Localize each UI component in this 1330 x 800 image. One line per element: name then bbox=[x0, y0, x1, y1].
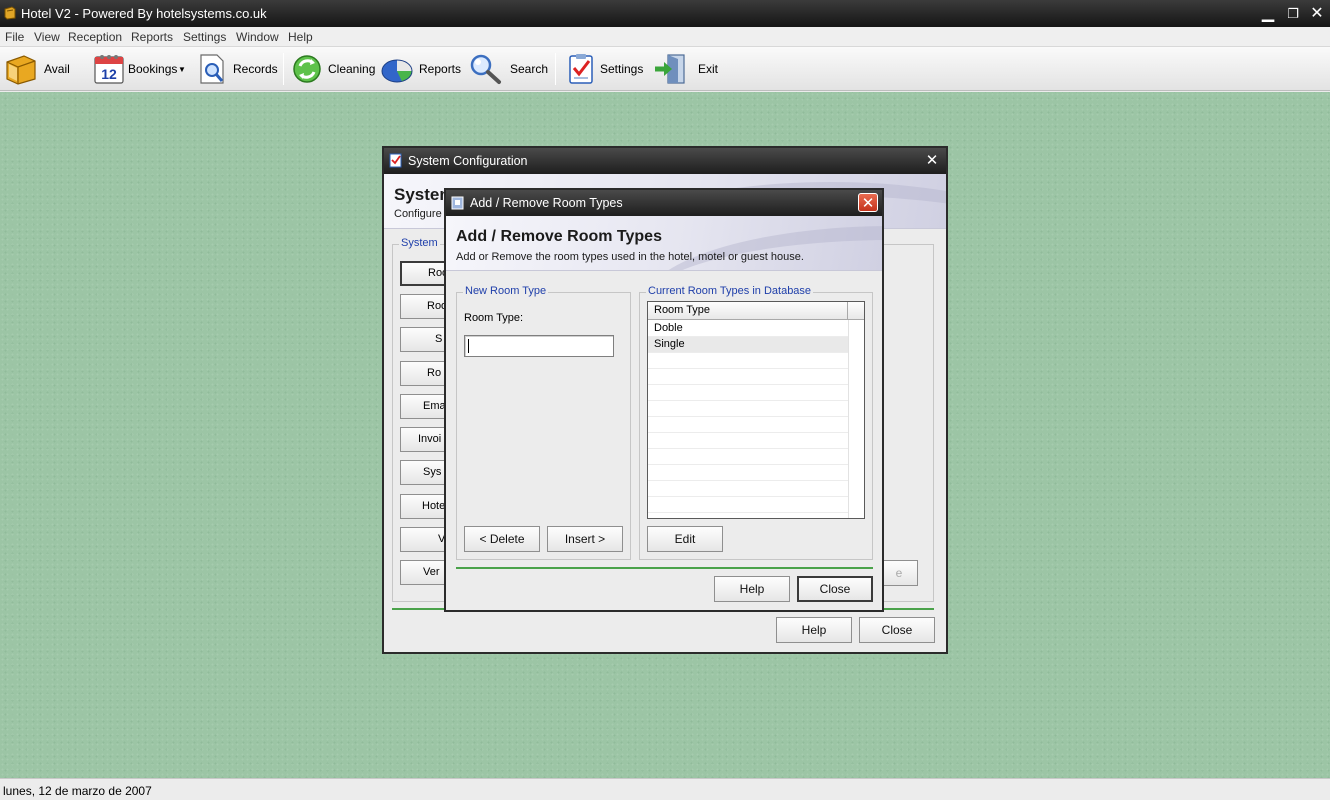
app-close-button[interactable]: ✕ bbox=[1306, 4, 1328, 23]
menu-view[interactable]: View bbox=[34, 30, 60, 44]
checklist-icon bbox=[389, 153, 402, 168]
minimize-button[interactable]: ▁ bbox=[1257, 4, 1279, 23]
room-type-input[interactable] bbox=[464, 335, 614, 357]
calendar-icon-text: 12 bbox=[101, 66, 117, 82]
settings-button[interactable]: Settings bbox=[567, 47, 647, 91]
delete-button[interactable]: < Delete bbox=[464, 526, 540, 552]
insert-button[interactable]: Insert > bbox=[547, 526, 623, 552]
empty-table-row bbox=[648, 369, 848, 385]
empty-table-row bbox=[648, 433, 848, 449]
room-types-close-button[interactable]: ✕ bbox=[858, 193, 878, 212]
exit-button[interactable]: Exit bbox=[653, 47, 723, 91]
book-icon bbox=[6, 55, 36, 85]
settings-label: Settings bbox=[600, 62, 644, 76]
restore-icon: ❐ bbox=[1287, 6, 1299, 21]
records-button[interactable]: Records bbox=[198, 47, 278, 91]
records-label: Records bbox=[233, 62, 278, 76]
table-row[interactable]: Single bbox=[648, 337, 848, 353]
app-titlebar: Hotel V2 - Powered By hotelsystems.co.uk… bbox=[0, 0, 1330, 27]
search-icon bbox=[470, 54, 501, 84]
room-types-window: Add / Remove Room Types ✕ Add / Remove R… bbox=[444, 188, 884, 612]
empty-table-row bbox=[648, 353, 848, 369]
room-types-close-dialog-button[interactable]: Close bbox=[797, 576, 873, 602]
empty-table-row bbox=[648, 417, 848, 433]
cleaning-label: Cleaning bbox=[328, 62, 376, 76]
system-configuration-titlebar: System Configuration ✕ bbox=[384, 148, 946, 174]
system-help-button[interactable]: Help bbox=[776, 617, 852, 643]
header-swoosh-decoration bbox=[642, 226, 882, 270]
current-room-types-group-label: Current Room Types in Database bbox=[646, 285, 814, 297]
room-types-window-icon bbox=[451, 196, 464, 210]
search-button[interactable]: Search bbox=[469, 47, 551, 91]
records-search-icon bbox=[200, 54, 224, 84]
pie-chart-icon bbox=[381, 59, 413, 83]
exit-label: Exit bbox=[698, 62, 719, 76]
divider-line bbox=[456, 567, 873, 569]
avail-label: Avail bbox=[44, 62, 70, 76]
menu-reports[interactable]: Reports bbox=[131, 30, 173, 44]
close-icon: ✕ bbox=[925, 152, 939, 169]
system-configuration-close-button[interactable]: ✕ bbox=[922, 151, 942, 170]
extra-column-header bbox=[848, 302, 864, 320]
calendar-icon: 12 bbox=[94, 55, 124, 84]
status-date: lunes, 12 de marzo de 2007 bbox=[3, 784, 152, 798]
hotel-app-icon bbox=[4, 6, 16, 20]
room-types-title: Add / Remove Room Types bbox=[470, 196, 623, 210]
search-label: Search bbox=[510, 62, 549, 76]
avail-button[interactable]: Avail bbox=[4, 47, 74, 91]
empty-table-row bbox=[648, 449, 848, 465]
room-types-subheading: Add or Remove the room types used in the… bbox=[456, 251, 804, 263]
checklist-icon bbox=[569, 54, 593, 84]
new-room-type-group: New Room Type bbox=[456, 285, 631, 560]
room-types-titlebar: Add / Remove Room Types ✕ bbox=[446, 190, 882, 216]
exit-door-icon bbox=[655, 54, 685, 84]
new-room-type-group-label: New Room Type bbox=[463, 285, 549, 297]
menu-file[interactable]: File bbox=[5, 30, 24, 44]
chevron-down-icon[interactable]: ▼ bbox=[178, 65, 186, 74]
room-types-heading: Add / Remove Room Types bbox=[456, 228, 662, 245]
room-types-help-button[interactable]: Help bbox=[714, 576, 790, 602]
empty-table-row bbox=[648, 497, 848, 513]
empty-table-row bbox=[648, 385, 848, 401]
bookings-label: Bookings bbox=[128, 62, 178, 76]
toolbar-separator bbox=[283, 53, 284, 85]
close-icon: ✕ bbox=[1310, 5, 1324, 22]
room-type-column-header[interactable]: Room Type bbox=[648, 302, 848, 320]
menu-reception[interactable]: Reception bbox=[68, 30, 122, 44]
status-bar: lunes, 12 de marzo de 2007 bbox=[0, 778, 1330, 800]
empty-table-row bbox=[648, 401, 848, 417]
menu-window[interactable]: Window bbox=[236, 30, 279, 44]
recycle-icon bbox=[293, 55, 321, 83]
system-partial-button[interactable]: e bbox=[880, 560, 918, 586]
restore-button[interactable]: ❐ bbox=[1282, 4, 1304, 23]
menu-settings[interactable]: Settings bbox=[183, 30, 226, 44]
reports-button[interactable]: Reports bbox=[380, 47, 462, 91]
table-row[interactable]: Doble bbox=[648, 321, 848, 337]
empty-table-row bbox=[648, 481, 848, 497]
empty-table-row bbox=[648, 465, 848, 481]
room-types-table[interactable]: Room Type Doble Single bbox=[647, 301, 865, 519]
toolbar-separator bbox=[555, 53, 556, 85]
system-configuration-subheading: Configure bbox=[394, 208, 442, 220]
main-toolbar: Avail 12 Bookings ▼ Records Cleaning Rep… bbox=[0, 47, 1330, 91]
menu-bar: File View Reception Reports Settings Win… bbox=[0, 27, 1330, 47]
cleaning-button[interactable]: Cleaning bbox=[291, 47, 376, 91]
column-divider bbox=[848, 320, 849, 518]
system-configuration-title: System Configuration bbox=[408, 154, 528, 168]
text-caret bbox=[468, 339, 469, 353]
system-options-group-label: System bbox=[399, 237, 440, 249]
system-close-button[interactable]: Close bbox=[859, 617, 935, 643]
reports-label: Reports bbox=[419, 62, 462, 76]
bookings-button[interactable]: 12 Bookings ▼ bbox=[93, 47, 188, 91]
menu-help[interactable]: Help bbox=[288, 30, 313, 44]
room-type-label: Room Type: bbox=[464, 312, 524, 324]
edit-button[interactable]: Edit bbox=[647, 526, 723, 552]
close-icon: ✕ bbox=[861, 195, 875, 212]
minimize-icon: ▁ bbox=[1261, 5, 1275, 22]
app-title: Hotel V2 - Powered By hotelsystems.co.uk bbox=[21, 6, 267, 21]
